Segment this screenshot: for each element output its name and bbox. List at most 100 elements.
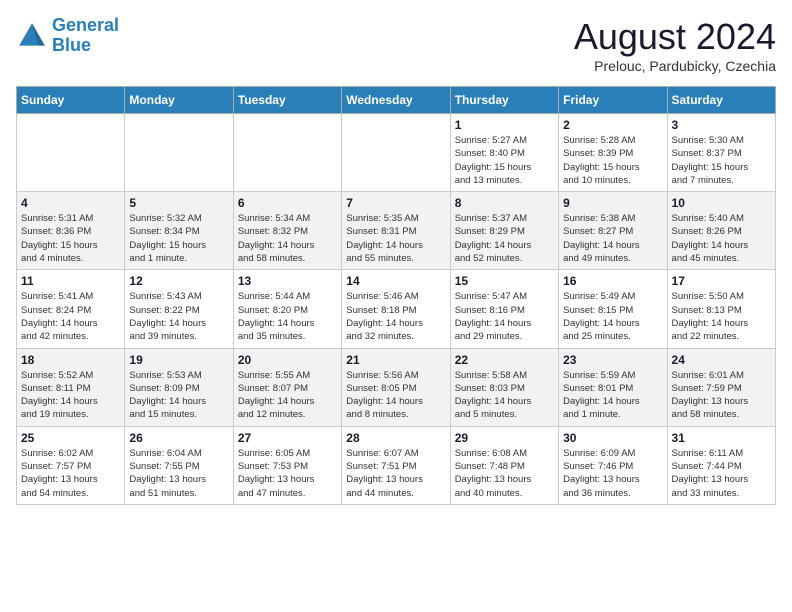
day-cell bbox=[17, 114, 125, 192]
day-number: 15 bbox=[455, 274, 554, 288]
day-cell: 10 Sunrise: 5:40 AM Sunset: 8:26 PM Dayli… bbox=[667, 192, 775, 270]
day-number: 25 bbox=[21, 431, 120, 445]
day-info: Sunrise: 5:28 AM Sunset: 8:39 PM Dayligh… bbox=[563, 134, 662, 187]
calendar-header: SundayMondayTuesdayWednesdayThursdayFrid… bbox=[17, 87, 776, 114]
day-number: 5 bbox=[129, 196, 228, 210]
calendar-body: 1 Sunrise: 5:27 AM Sunset: 8:40 PM Daylig… bbox=[17, 114, 776, 505]
day-number: 30 bbox=[563, 431, 662, 445]
header-row: SundayMondayTuesdayWednesdayThursdayFrid… bbox=[17, 87, 776, 114]
day-cell: 21Sunrise: 5:56 AM Sunset: 8:05 PM Dayli… bbox=[342, 348, 450, 426]
day-number: 7 bbox=[346, 196, 445, 210]
day-info: Sunrise: 5:58 AM Sunset: 8:03 PM Dayligh… bbox=[455, 369, 554, 422]
day-info: Sunrise: 5:35 AM Sunset: 8:31 PM Dayligh… bbox=[346, 212, 445, 265]
day-cell bbox=[125, 114, 233, 192]
day-info: Sunrise: 5:52 AM Sunset: 8:11 PM Dayligh… bbox=[21, 369, 120, 422]
day-number: 26 bbox=[129, 431, 228, 445]
day-cell: 4 Sunrise: 5:31 AM Sunset: 8:36 PM Daylig… bbox=[17, 192, 125, 270]
page-header: General Blue August 2024 Prelouc, Pardub… bbox=[16, 16, 776, 74]
day-info: Sunrise: 5:31 AM Sunset: 8:36 PM Dayligh… bbox=[21, 212, 120, 265]
day-cell: 15 Sunrise: 5:47 AM Sunset: 8:16 PM Dayli… bbox=[450, 270, 558, 348]
day-number: 21 bbox=[346, 353, 445, 367]
day-number: 12 bbox=[129, 274, 228, 288]
logo-text: General Blue bbox=[52, 16, 119, 56]
day-info: Sunrise: 5:49 AM Sunset: 8:15 PM Dayligh… bbox=[563, 290, 662, 343]
day-cell: 3Sunrise: 5:30 AM Sunset: 8:37 PM Daylig… bbox=[667, 114, 775, 192]
day-number: 8 bbox=[455, 196, 554, 210]
header-cell-monday: Monday bbox=[125, 87, 233, 114]
day-number: 4 bbox=[21, 196, 120, 210]
day-number: 29 bbox=[455, 431, 554, 445]
day-number: 19 bbox=[129, 353, 228, 367]
day-info: Sunrise: 5:59 AM Sunset: 8:01 PM Dayligh… bbox=[563, 369, 662, 422]
header-cell-tuesday: Tuesday bbox=[233, 87, 341, 114]
day-cell: 19Sunrise: 5:53 AM Sunset: 8:09 PM Dayli… bbox=[125, 348, 233, 426]
day-number: 9 bbox=[563, 196, 662, 210]
header-cell-sunday: Sunday bbox=[17, 87, 125, 114]
header-cell-wednesday: Wednesday bbox=[342, 87, 450, 114]
day-cell: 29 Sunrise: 6:08 AM Sunset: 7:48 PM Dayli… bbox=[450, 426, 558, 504]
day-number: 23 bbox=[563, 353, 662, 367]
week-row-4: 25 Sunrise: 6:02 AM Sunset: 7:57 PM Dayli… bbox=[17, 426, 776, 504]
day-info: Sunrise: 5:47 AM Sunset: 8:16 PM Dayligh… bbox=[455, 290, 554, 343]
day-info: Sunrise: 5:34 AM Sunset: 8:32 PM Dayligh… bbox=[238, 212, 337, 265]
day-cell bbox=[233, 114, 341, 192]
week-row-3: 18 Sunrise: 5:52 AM Sunset: 8:11 PM Dayli… bbox=[17, 348, 776, 426]
day-cell: 12 Sunrise: 5:43 AM Sunset: 8:22 PM Dayli… bbox=[125, 270, 233, 348]
day-info: Sunrise: 5:38 AM Sunset: 8:27 PM Dayligh… bbox=[563, 212, 662, 265]
day-info: Sunrise: 6:08 AM Sunset: 7:48 PM Dayligh… bbox=[455, 447, 554, 500]
day-cell: 13Sunrise: 5:44 AM Sunset: 8:20 PM Dayli… bbox=[233, 270, 341, 348]
day-cell: 7 Sunrise: 5:35 AM Sunset: 8:31 PM Daylig… bbox=[342, 192, 450, 270]
day-number: 3 bbox=[672, 118, 771, 132]
day-info: Sunrise: 6:11 AM Sunset: 7:44 PM Dayligh… bbox=[672, 447, 771, 500]
day-cell: 5 Sunrise: 5:32 AM Sunset: 8:34 PM Daylig… bbox=[125, 192, 233, 270]
day-info: Sunrise: 6:02 AM Sunset: 7:57 PM Dayligh… bbox=[21, 447, 120, 500]
day-number: 14 bbox=[346, 274, 445, 288]
day-number: 13 bbox=[238, 274, 337, 288]
day-cell: 8 Sunrise: 5:37 AM Sunset: 8:29 PM Daylig… bbox=[450, 192, 558, 270]
day-number: 6 bbox=[238, 196, 337, 210]
day-number: 20 bbox=[238, 353, 337, 367]
calendar-table: SundayMondayTuesdayWednesdayThursdayFrid… bbox=[16, 86, 776, 505]
day-number: 1 bbox=[455, 118, 554, 132]
day-info: Sunrise: 6:01 AM Sunset: 7:59 PM Dayligh… bbox=[672, 369, 771, 422]
day-number: 16 bbox=[563, 274, 662, 288]
day-cell: 23 Sunrise: 5:59 AM Sunset: 8:01 PM Dayli… bbox=[559, 348, 667, 426]
day-cell: 14Sunrise: 5:46 AM Sunset: 8:18 PM Dayli… bbox=[342, 270, 450, 348]
day-cell bbox=[342, 114, 450, 192]
day-cell: 6 Sunrise: 5:34 AM Sunset: 8:32 PM Daylig… bbox=[233, 192, 341, 270]
day-info: Sunrise: 5:43 AM Sunset: 8:22 PM Dayligh… bbox=[129, 290, 228, 343]
day-number: 11 bbox=[21, 274, 120, 288]
day-info: Sunrise: 6:04 AM Sunset: 7:55 PM Dayligh… bbox=[129, 447, 228, 500]
day-cell: 1 Sunrise: 5:27 AM Sunset: 8:40 PM Daylig… bbox=[450, 114, 558, 192]
day-cell: 24Sunrise: 6:01 AM Sunset: 7:59 PM Dayli… bbox=[667, 348, 775, 426]
week-row-0: 1 Sunrise: 5:27 AM Sunset: 8:40 PM Daylig… bbox=[17, 114, 776, 192]
logo: General Blue bbox=[16, 16, 119, 56]
logo-icon bbox=[16, 20, 48, 52]
day-cell: 26 Sunrise: 6:04 AM Sunset: 7:55 PM Dayli… bbox=[125, 426, 233, 504]
day-cell: 20Sunrise: 5:55 AM Sunset: 8:07 PM Dayli… bbox=[233, 348, 341, 426]
header-cell-friday: Friday bbox=[559, 87, 667, 114]
week-row-1: 4 Sunrise: 5:31 AM Sunset: 8:36 PM Daylig… bbox=[17, 192, 776, 270]
day-info: Sunrise: 5:27 AM Sunset: 8:40 PM Dayligh… bbox=[455, 134, 554, 187]
day-number: 27 bbox=[238, 431, 337, 445]
header-cell-saturday: Saturday bbox=[667, 87, 775, 114]
day-cell: 28Sunrise: 6:07 AM Sunset: 7:51 PM Dayli… bbox=[342, 426, 450, 504]
day-cell: 30 Sunrise: 6:09 AM Sunset: 7:46 PM Dayli… bbox=[559, 426, 667, 504]
location-subtitle: Prelouc, Pardubicky, Czechia bbox=[574, 58, 776, 74]
day-number: 2 bbox=[563, 118, 662, 132]
day-cell: 11 Sunrise: 5:41 AM Sunset: 8:24 PM Dayli… bbox=[17, 270, 125, 348]
day-number: 18 bbox=[21, 353, 120, 367]
day-info: Sunrise: 5:40 AM Sunset: 8:26 PM Dayligh… bbox=[672, 212, 771, 265]
day-cell: 31 Sunrise: 6:11 AM Sunset: 7:44 PM Dayli… bbox=[667, 426, 775, 504]
day-number: 31 bbox=[672, 431, 771, 445]
day-info: Sunrise: 6:09 AM Sunset: 7:46 PM Dayligh… bbox=[563, 447, 662, 500]
day-info: Sunrise: 5:37 AM Sunset: 8:29 PM Dayligh… bbox=[455, 212, 554, 265]
day-cell: 27Sunrise: 6:05 AM Sunset: 7:53 PM Dayli… bbox=[233, 426, 341, 504]
title-block: August 2024 Prelouc, Pardubicky, Czechia bbox=[574, 16, 776, 74]
day-info: Sunrise: 5:32 AM Sunset: 8:34 PM Dayligh… bbox=[129, 212, 228, 265]
day-info: Sunrise: 5:41 AM Sunset: 8:24 PM Dayligh… bbox=[21, 290, 120, 343]
day-cell: 2 Sunrise: 5:28 AM Sunset: 8:39 PM Daylig… bbox=[559, 114, 667, 192]
day-number: 10 bbox=[672, 196, 771, 210]
week-row-2: 11 Sunrise: 5:41 AM Sunset: 8:24 PM Dayli… bbox=[17, 270, 776, 348]
day-info: Sunrise: 5:50 AM Sunset: 8:13 PM Dayligh… bbox=[672, 290, 771, 343]
